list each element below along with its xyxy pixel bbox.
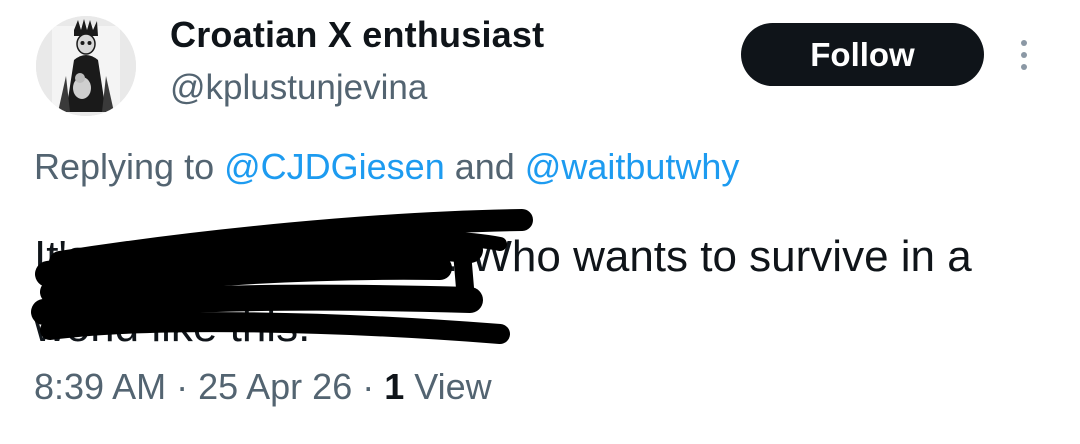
follow-button[interactable]: Follow (741, 23, 984, 86)
meta-separator: · (352, 366, 385, 407)
views-count: 1 (384, 366, 405, 407)
views-label: View (404, 366, 492, 407)
tweet-time[interactable]: 8:39 AM (34, 366, 166, 407)
replying-to-joiner: and (444, 146, 525, 187)
tweet-meta: 8:39 AM · 25 Apr 26 · 1 View (34, 366, 492, 408)
tweet-card: Croatian X enthusiast @kplustunjevina Fo… (0, 0, 1080, 444)
author-display-name[interactable]: Croatian X enthusiast (170, 14, 544, 56)
avatar[interactable] (36, 16, 136, 116)
mention-waitbutwhy-link[interactable]: @waitbutwhy (525, 146, 740, 187)
avatar-illustration (36, 16, 136, 116)
replying-to-line: Replying to @CJDGiesen and @waitbutwhy (34, 146, 739, 188)
author-handle[interactable]: @kplustunjevina (170, 68, 427, 108)
more-vertical-icon[interactable] (1014, 38, 1034, 72)
tweet-text: It's not about survival. Who wants to su… (34, 232, 984, 351)
tweet-date[interactable]: 25 Apr 26 (198, 366, 352, 407)
replying-to-prefix: Replying to (34, 146, 225, 187)
mention-cjdgiesen-link[interactable]: @CJDGiesen (224, 146, 445, 187)
meta-separator: · (166, 366, 199, 407)
